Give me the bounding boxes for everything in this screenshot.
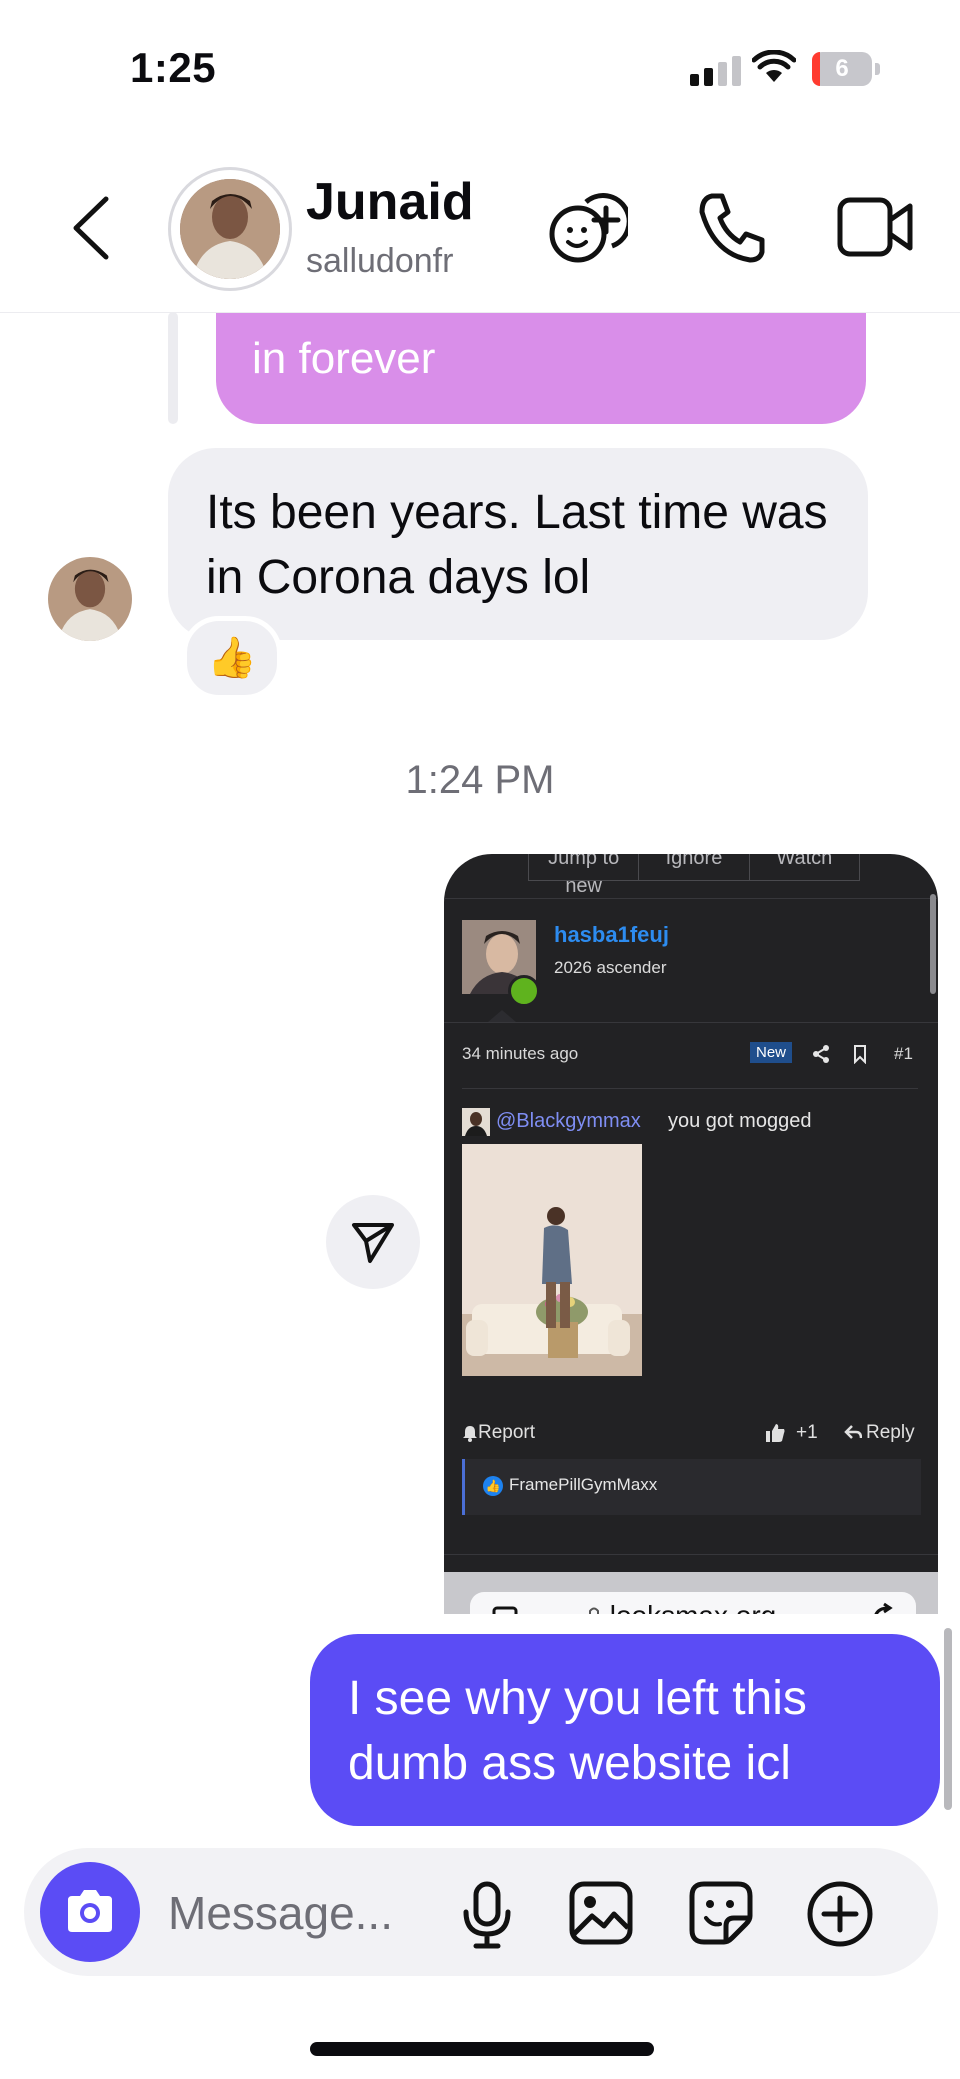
back-icon[interactable] xyxy=(68,195,112,261)
shared-screenshot[interactable]: Jump to new Ignore Watch hasba1feuj 2026… xyxy=(444,854,938,1614)
like-reaction-icon: 👍 xyxy=(483,1476,503,1496)
report-link: Report xyxy=(478,1422,536,1443)
quoted-message-bubble[interactable]: in forever xyxy=(216,300,866,424)
outgoing-message-text: I see why you left this dumb ass website… xyxy=(348,1672,807,1790)
signal-icon xyxy=(690,56,741,86)
forum-user-title: 2026 ascender xyxy=(554,958,667,977)
screenshot-scrollbar xyxy=(930,894,936,994)
like-icon xyxy=(766,1424,785,1442)
home-indicator xyxy=(310,2042,654,2056)
battery-tip xyxy=(875,63,880,75)
reactor-name: FramePillGymMaxx xyxy=(509,1475,658,1494)
reactions-summary: 👍 FramePillGymMaxx xyxy=(462,1459,921,1515)
divider xyxy=(444,898,938,899)
microphone-icon[interactable] xyxy=(460,1880,514,1950)
tab-watch: Watch xyxy=(776,854,833,869)
add-more-icon[interactable] xyxy=(806,1880,874,1948)
incoming-message-bubble[interactable]: Its been years. Last time was in Corona … xyxy=(168,448,868,640)
mention-avatar xyxy=(462,1108,490,1136)
add-friend-faces-icon[interactable] xyxy=(548,188,628,268)
sender-avatar[interactable] xyxy=(48,557,132,641)
chat-scrollbar[interactable] xyxy=(944,1628,952,1810)
quoted-message-text: in forever xyxy=(252,334,436,383)
send-icon xyxy=(352,1223,394,1263)
camera-button[interactable] xyxy=(40,1862,140,1962)
reply-link: Reply xyxy=(866,1422,915,1443)
browser-url: looksmax.org xyxy=(470,1600,916,1614)
post-photo xyxy=(462,1144,642,1376)
sticker-icon[interactable] xyxy=(688,1880,754,1946)
post-time: 34 minutes ago xyxy=(462,1044,579,1063)
reload-icon xyxy=(874,1602,893,1614)
avatar-photo xyxy=(180,179,280,279)
battery-level: 6 xyxy=(835,55,849,82)
browser-url-bar: looksmax.org xyxy=(470,1592,916,1614)
forum-username: hasba1feuj xyxy=(554,922,669,947)
forum-thread-tabs: Jump to new Ignore Watch xyxy=(528,854,860,897)
camera-icon xyxy=(68,1890,112,1932)
tab-ignore: Ignore xyxy=(639,854,750,880)
reply-thread-line xyxy=(168,312,178,424)
divider xyxy=(462,1088,918,1089)
contact-handle[interactable]: salludonfr xyxy=(306,242,453,281)
online-indicator xyxy=(508,975,540,1007)
outgoing-message-bubble[interactable]: I see why you left this dumb ass website… xyxy=(310,1634,940,1826)
share-button[interactable] xyxy=(326,1195,420,1289)
post-caret xyxy=(488,1010,516,1022)
bell-icon xyxy=(463,1426,477,1442)
reply-icon xyxy=(844,1425,862,1439)
message-input[interactable] xyxy=(168,1880,438,1946)
gallery-icon[interactable] xyxy=(568,1880,634,1946)
battery-icon: 6 xyxy=(812,52,872,86)
share-post-icon xyxy=(813,1045,829,1063)
divider xyxy=(444,1022,938,1023)
message-timestamp: 1:24 PM xyxy=(405,758,555,802)
chat-header xyxy=(0,150,960,313)
video-call-icon[interactable] xyxy=(836,196,914,258)
like-count: +1 xyxy=(796,1422,818,1443)
bookmark-icon xyxy=(854,1045,866,1064)
divider xyxy=(444,1554,938,1555)
post-number: #1 xyxy=(894,1044,913,1063)
post-text: you got mogged xyxy=(668,1110,812,1132)
header-avatar[interactable] xyxy=(168,167,292,291)
wifi-icon xyxy=(752,50,796,82)
tab-jump-to-new: Jump to new xyxy=(529,854,640,897)
new-badge: New xyxy=(750,1042,793,1063)
incoming-message-text: Its been years. Last time was in Corona … xyxy=(206,486,828,604)
thumbs-up-reaction[interactable]: 👍 xyxy=(182,616,282,700)
mention-link: @Blackgymmax xyxy=(496,1110,641,1132)
contact-name[interactable]: Junaid xyxy=(306,172,474,232)
status-time: 1:25 xyxy=(130,44,217,91)
phone-icon[interactable] xyxy=(696,190,766,264)
